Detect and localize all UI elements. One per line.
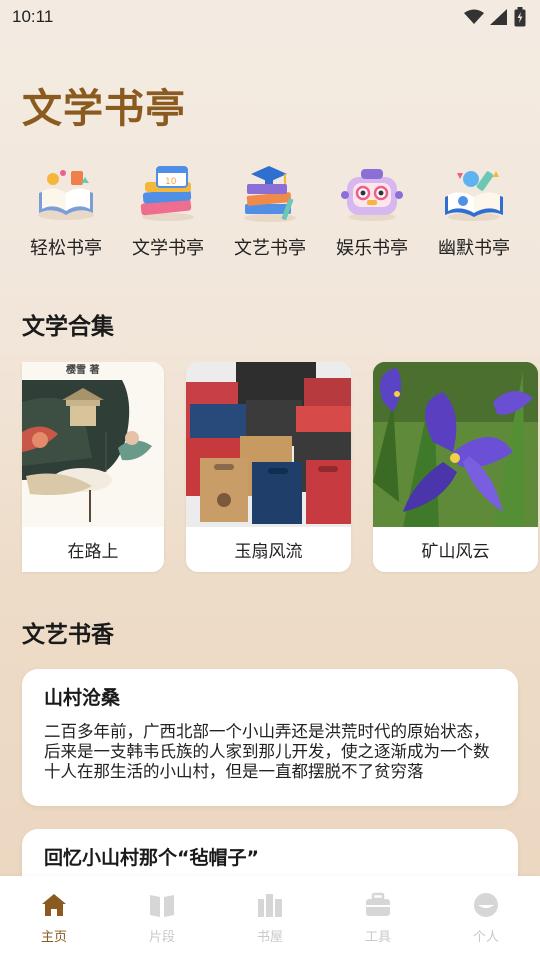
cover-author-text: 樱雪 著 xyxy=(66,365,100,376)
nav-label: 个人 xyxy=(472,930,499,945)
category-row: 轻松书亭 10 文学书亭 文艺书亭 娱乐书亭 幽默书亭 xyxy=(20,160,520,260)
graduation-books-icon xyxy=(235,160,305,226)
category-label: 轻松书亭 xyxy=(30,238,102,259)
bottom-nav: 主页 片段 书屋 工具 个人 xyxy=(0,876,540,960)
category-label: 娱乐书亭 xyxy=(336,238,408,259)
calendar-books-icon: 10 xyxy=(133,160,203,226)
robot-icon xyxy=(337,160,407,226)
book-icon xyxy=(147,890,177,920)
status-time: 10:11 xyxy=(12,7,54,26)
collection-card[interactable]: 矿山风云 xyxy=(373,362,538,572)
collection-label: 矿山风云 xyxy=(421,542,490,562)
bookshelf-icon xyxy=(255,890,285,920)
category-relaxed[interactable]: 轻松书亭 xyxy=(20,160,112,260)
category-entertainment[interactable]: 娱乐书亭 xyxy=(326,160,418,260)
nav-snippets[interactable]: 片段 xyxy=(122,890,202,945)
category-literature[interactable]: 10 文学书亭 xyxy=(122,160,214,260)
status-bar: 10:11 xyxy=(0,0,540,34)
collection-label: 在路上 xyxy=(67,542,119,562)
nav-tools[interactable]: 工具 xyxy=(338,890,418,945)
collection-label: 玉扇风流 xyxy=(234,542,303,562)
article-card[interactable]: 山村沧桑 二百多年前，广西北部一个小山弄还是洪荒时代的原始状态，后来是一支韩韦氏… xyxy=(22,669,518,806)
nav-profile[interactable]: 个人 xyxy=(446,890,526,945)
article-title: 回忆小山村那个“毡帽子” xyxy=(44,847,259,869)
home-icon xyxy=(39,890,69,920)
person-icon xyxy=(471,890,501,920)
wifi-icon xyxy=(464,9,484,24)
battery-icon xyxy=(514,7,526,27)
collection-card[interactable]: 玉扇风流 xyxy=(186,362,351,572)
open-book-icon xyxy=(31,160,101,226)
collection-cover: 樱雪 著 xyxy=(22,362,164,527)
nav-bookhouse[interactable]: 书屋 xyxy=(230,890,310,945)
collections-carousel[interactable]: 樱雪 著 在路上 玉扇风流 矿山风云 xyxy=(0,362,540,574)
category-label: 文艺书亭 xyxy=(234,238,306,259)
app-title: 文学书亭 xyxy=(22,85,186,132)
nav-label: 书屋 xyxy=(256,930,283,945)
category-humor[interactable]: 幽默书亭 xyxy=(428,160,520,260)
articles-title: 文艺书香 xyxy=(22,622,114,648)
article-excerpt: 二百多年前，广西北部一个小山弄还是洪荒时代的原始状态，后来是一支韩韦氏族的人家到… xyxy=(44,722,490,781)
nav-home[interactable]: 主页 xyxy=(14,890,94,945)
category-arts[interactable]: 文艺书亭 xyxy=(224,160,316,260)
collection-cover xyxy=(186,362,351,527)
science-book-icon xyxy=(439,160,509,226)
collections-title: 文学合集 xyxy=(22,314,114,340)
category-label: 幽默书亭 xyxy=(438,238,510,259)
briefcase-icon xyxy=(363,890,393,920)
collection-card[interactable]: 樱雪 著 在路上 xyxy=(22,362,164,572)
svg-text:10: 10 xyxy=(165,177,177,187)
nav-label: 片段 xyxy=(148,930,175,945)
collection-cover xyxy=(373,362,538,527)
nav-label: 工具 xyxy=(364,930,391,945)
signal-icon xyxy=(490,9,507,25)
article-title: 山村沧桑 xyxy=(44,687,121,709)
status-icons xyxy=(464,7,526,27)
nav-label: 主页 xyxy=(40,930,67,945)
category-label: 文学书亭 xyxy=(132,238,204,259)
